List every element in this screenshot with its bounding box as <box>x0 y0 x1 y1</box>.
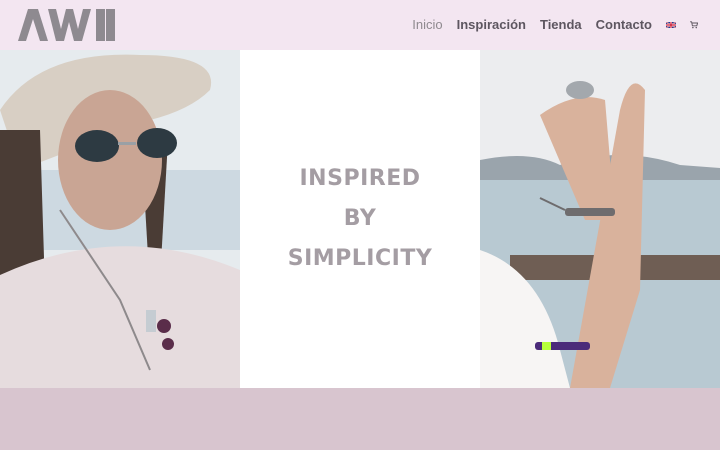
nav-item-inicio[interactable]: Inicio <box>412 17 442 32</box>
nav-item-tienda[interactable]: Tienda <box>540 17 582 32</box>
tagline-line-1: INSPIRED <box>299 166 421 191</box>
awi-logo[interactable] <box>18 9 115 41</box>
nav-item-contacto[interactable]: Contacto <box>596 17 652 32</box>
nav-item-inspiracion[interactable]: Inspiración <box>457 17 526 32</box>
model-sunglasses-photo <box>0 50 240 388</box>
hero-section: INSPIRED BY SIMPLICITY <box>0 50 720 388</box>
footer-band <box>0 388 720 450</box>
tagline-line-2: BY <box>343 206 377 231</box>
main-nav: Inicio Inspiración Tienda Contacto <box>412 17 698 32</box>
site-header: Inicio Inspiración Tienda Contacto <box>0 0 720 50</box>
shopping-cart-icon[interactable] <box>690 20 698 29</box>
tagline-panel: INSPIRED BY SIMPLICITY <box>240 50 480 388</box>
uk-flag-icon[interactable] <box>666 21 676 28</box>
tagline-line-3: SIMPLICITY <box>287 246 433 271</box>
bracelet-hands-photo <box>480 50 720 388</box>
